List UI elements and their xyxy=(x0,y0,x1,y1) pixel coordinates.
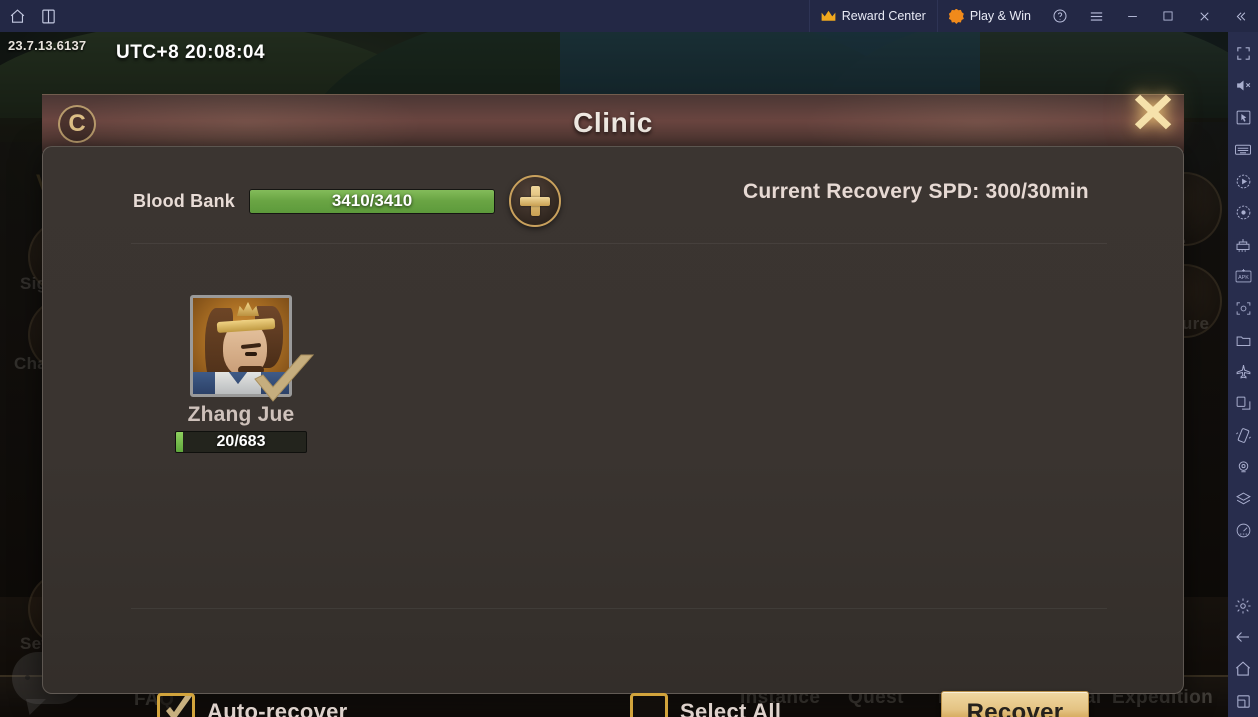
plus-icon xyxy=(520,186,551,216)
multi-instance-manager-icon[interactable] xyxy=(1228,229,1258,261)
header-divider xyxy=(131,243,1107,244)
clinic-dialog: Clinic C ✕ Blood Bank 3410/3410 Current … xyxy=(42,85,1184,717)
gamepad-icon[interactable] xyxy=(1228,515,1258,547)
unit-hp-value: 20/683 xyxy=(216,433,266,450)
dialog-title: Clinic xyxy=(573,107,653,138)
record-icon[interactable] xyxy=(1228,197,1258,229)
collapse-icon[interactable] xyxy=(1222,0,1258,32)
auto-recover-checkbox[interactable] xyxy=(157,693,195,717)
mute-icon[interactable] xyxy=(1228,70,1258,102)
unit-card[interactable]: Zhang Jue 20/683 xyxy=(165,295,317,453)
close-icon[interactable] xyxy=(1186,0,1222,32)
dialog-close-button[interactable]: ✕ xyxy=(1116,76,1190,150)
app-version: 23.7.13.6137 xyxy=(8,38,87,53)
server-clock: UTC+8 20:08:04 xyxy=(116,42,266,63)
reward-center-button[interactable]: Reward Center xyxy=(808,0,937,32)
blood-bank-label: Blood Bank xyxy=(133,190,236,211)
airplane-mode-icon[interactable] xyxy=(1228,356,1258,388)
reward-center-label: Reward Center xyxy=(841,9,926,23)
home-icon[interactable] xyxy=(9,8,26,25)
keyboard-controls-icon[interactable] xyxy=(1228,133,1258,165)
portrait-crown xyxy=(237,302,259,316)
unit-hp-bar: 20/683 xyxy=(175,431,307,453)
multi-instance-icon[interactable] xyxy=(40,8,57,25)
copy-instance-icon[interactable] xyxy=(1228,388,1258,420)
star-badge-icon xyxy=(948,8,964,24)
blood-bank-bar: 3410/3410 xyxy=(249,188,496,214)
game-viewport[interactable]: 23.7.13.6137 UTC+8 20:08:04 VIP 0 Sign i… xyxy=(0,32,1228,717)
add-blood-button[interactable] xyxy=(509,175,562,227)
layers-icon[interactable] xyxy=(1228,483,1258,515)
blood-bank-row: Blood Bank 3410/3410 xyxy=(133,175,562,227)
install-apk-icon[interactable]: APK xyxy=(1228,261,1258,293)
menu-icon[interactable] xyxy=(1078,0,1114,32)
media-folder-icon[interactable] xyxy=(1228,324,1258,356)
play-and-win-button[interactable]: Play & Win xyxy=(936,0,1042,32)
recovery-speed-text: Current Recovery SPD: 300/30min xyxy=(743,180,1089,203)
play-and-win-label: Play & Win xyxy=(969,9,1031,23)
location-icon[interactable] xyxy=(1228,451,1258,483)
home-icon[interactable] xyxy=(1228,653,1258,685)
screenshot-icon[interactable] xyxy=(1228,292,1258,324)
fullscreen-icon[interactable] xyxy=(1228,38,1258,70)
bluestacks-window: Reward Center Play & Win 23.7.13.6137 UT… xyxy=(0,0,1258,717)
titlebar-right-controls: Reward Center Play & Win xyxy=(808,0,1258,32)
shake-icon[interactable] xyxy=(1228,420,1258,452)
clinic-emblem-icon: C xyxy=(58,105,96,143)
select-all-label[interactable]: Select All xyxy=(680,699,781,717)
bluestacks-sidebar: APK xyxy=(1228,32,1258,717)
cursor-icon[interactable] xyxy=(1228,102,1258,134)
settings-gear-icon[interactable] xyxy=(1228,590,1258,622)
recents-icon[interactable] xyxy=(1228,685,1258,717)
close-x-icon: ✕ xyxy=(1128,81,1178,144)
recover-button[interactable]: Recover xyxy=(941,691,1089,717)
footer-divider xyxy=(131,608,1107,609)
recover-button-label: Recover xyxy=(966,699,1064,717)
blood-bank-value: 3410/3410 xyxy=(331,191,413,210)
minimize-icon[interactable] xyxy=(1114,0,1150,32)
maximize-icon[interactable] xyxy=(1150,0,1186,32)
bluestacks-titlebar: Reward Center Play & Win xyxy=(0,0,1258,32)
checkmark-icon xyxy=(162,695,194,717)
dialog-body: Blood Bank 3410/3410 Current Recovery SP… xyxy=(42,146,1184,717)
titlebar-left-controls xyxy=(0,8,57,25)
svg-text:APK: APK xyxy=(1238,275,1249,281)
help-icon[interactable] xyxy=(1042,0,1078,32)
select-all-checkbox[interactable] xyxy=(630,693,668,717)
auto-recover-label[interactable]: Auto-recover xyxy=(207,699,348,717)
crown-icon xyxy=(821,10,836,22)
back-icon[interactable] xyxy=(1228,622,1258,654)
macro-icon[interactable] xyxy=(1228,165,1258,197)
unit-selected-check-icon xyxy=(251,353,317,409)
